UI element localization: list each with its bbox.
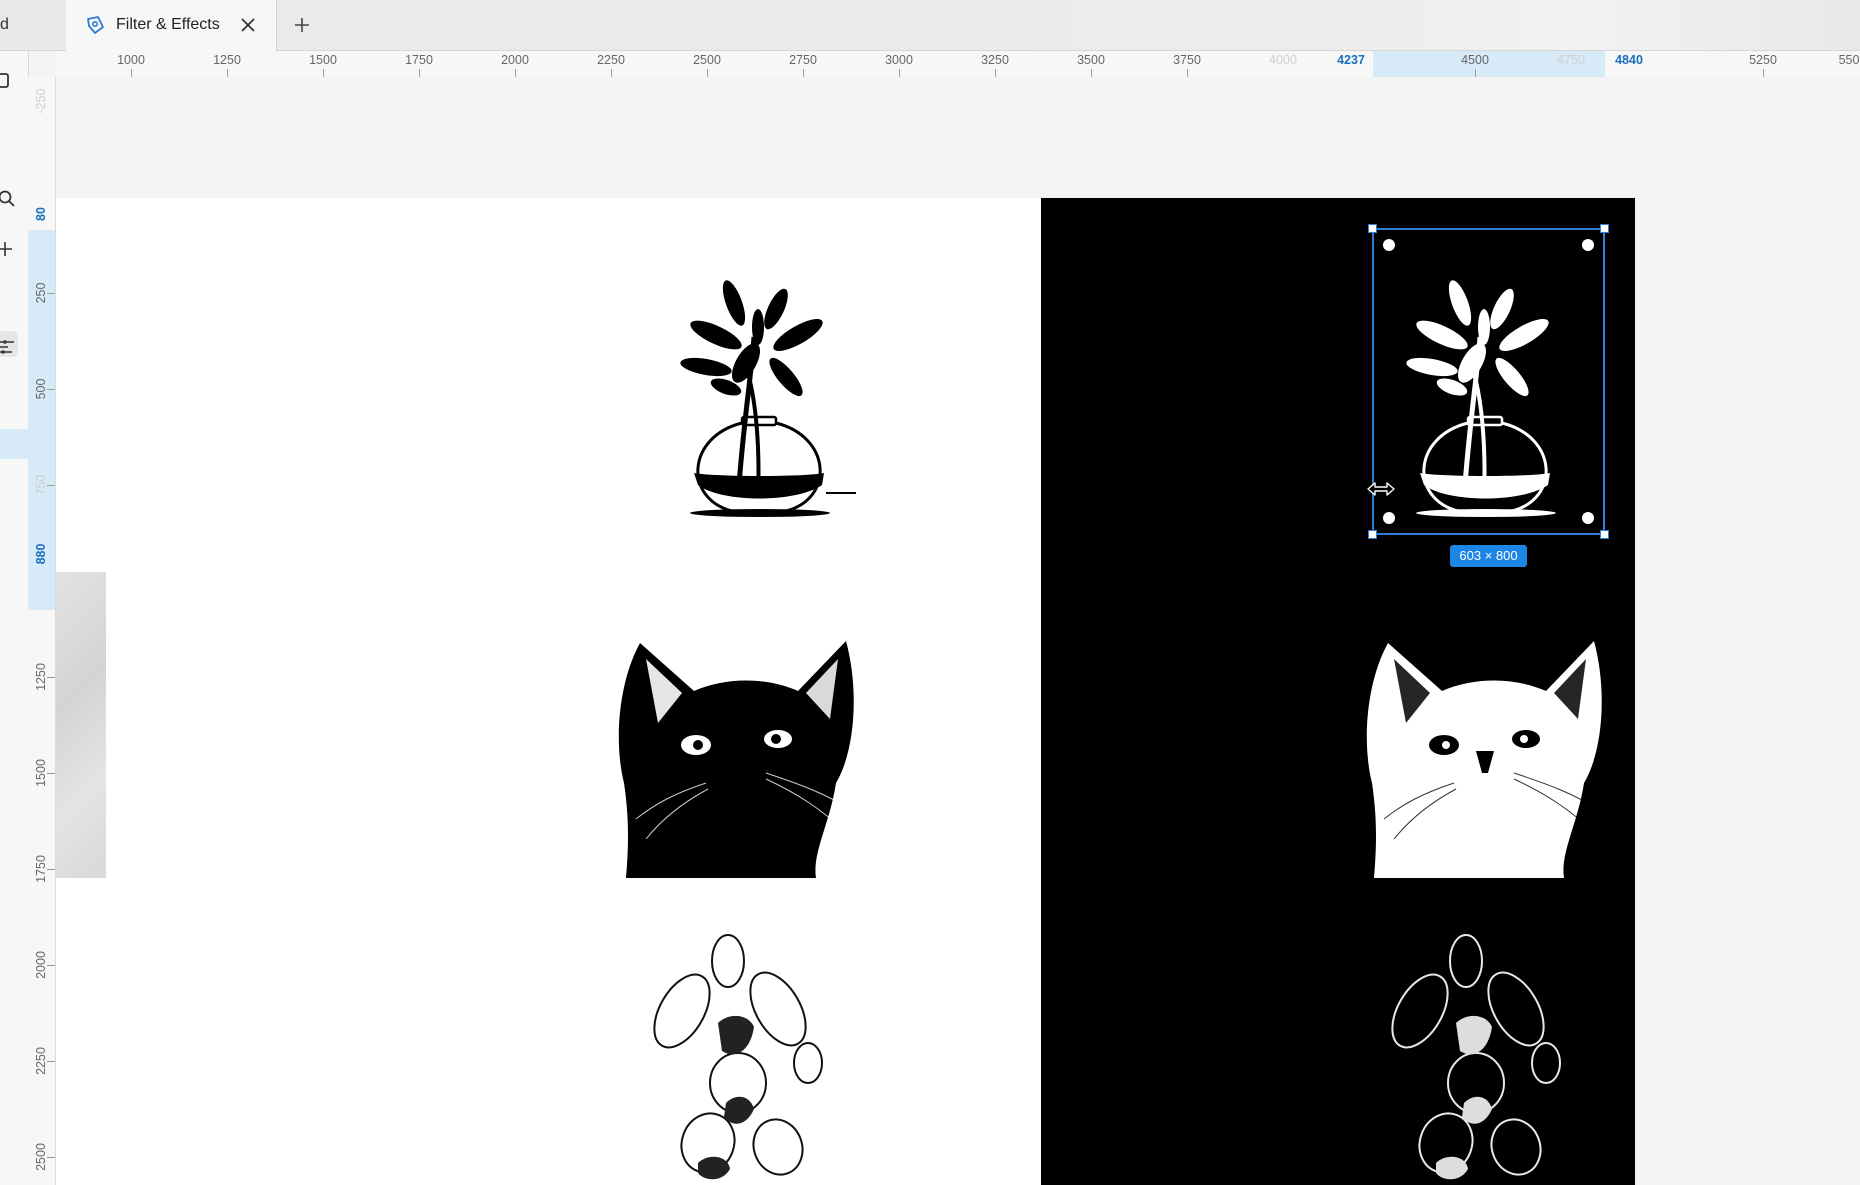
design-canvas[interactable]: 603 × 800 <box>56 77 1860 1185</box>
ruler-label: 1250 <box>34 663 48 691</box>
ruler-tick <box>47 773 55 774</box>
corner-radius-handle-bottom-right[interactable] <box>1582 512 1594 524</box>
ruler-label: -250 <box>34 88 48 114</box>
ruler-label: 250 <box>34 282 48 304</box>
ruler-tick <box>1091 69 1092 77</box>
ruler-label: 4750 <box>1557 53 1585 67</box>
ruler-label: 2250 <box>34 1047 48 1075</box>
ruler-tick <box>1187 69 1188 77</box>
ruler-tick <box>47 965 55 966</box>
selection-box[interactable] <box>1368 224 1609 539</box>
ruler-label: 2750 <box>789 53 817 67</box>
ruler-label: 1000 <box>117 53 145 67</box>
resize-handle-top-right[interactable] <box>1600 224 1609 233</box>
resize-handle-bottom-left[interactable] <box>1368 530 1377 539</box>
ruler-tick <box>1475 69 1476 77</box>
ruler-label: 3750 <box>1173 53 1201 67</box>
orchid-image[interactable] <box>638 933 858 1185</box>
cat-image[interactable] <box>616 633 866 878</box>
ruler-tick <box>803 69 804 77</box>
ruler-selection-start: 80 <box>34 207 48 221</box>
ruler-label: 1500 <box>309 53 337 67</box>
orchid-inverted-image[interactable] <box>1376 933 1596 1185</box>
ruler-tick <box>131 69 132 77</box>
corner-radius-handle-top-right[interactable] <box>1582 239 1594 251</box>
ruler-tick <box>47 485 55 486</box>
ruler-label: 3000 <box>885 53 913 67</box>
ruler-tick <box>1763 69 1764 77</box>
ruler-label: 1750 <box>405 53 433 67</box>
ruler-label: 3500 <box>1077 53 1105 67</box>
tab-previous-label: d <box>0 16 9 33</box>
ruler-selection-start: 4237 <box>1337 53 1365 67</box>
ruler-tick <box>47 293 55 294</box>
tab-filter-effects[interactable]: Filter & Effects <box>66 0 277 51</box>
active-layer-indicator[interactable] <box>0 429 28 459</box>
resize-horizontal-cursor-icon <box>1367 482 1395 496</box>
ruler-tick <box>47 389 55 390</box>
size-badge: 603 × 800 <box>1450 545 1527 567</box>
tab-bar: d Filter & Effects <box>0 0 1860 51</box>
add-icon[interactable] <box>0 239 20 259</box>
ruler-label: 2000 <box>501 53 529 67</box>
corner-radius-handle-bottom-left[interactable] <box>1383 512 1395 524</box>
plus-icon[interactable] <box>292 15 312 35</box>
toolbar <box>0 51 29 1185</box>
vertical-ruler: -250 80 250 500 750 880 1250 1500 1750 2… <box>28 77 56 1185</box>
ruler-label: 4500 <box>1461 53 1489 67</box>
ruler-tick <box>611 69 612 77</box>
ruler-label: 1500 <box>34 759 48 787</box>
cat-inverted-image[interactable] <box>1364 633 1614 878</box>
ruler-label: 750 <box>34 474 48 496</box>
ruler-label: 550 <box>1838 53 1860 67</box>
ruler-label: 500 <box>34 378 48 400</box>
ruler-selection-end: 880 <box>34 543 48 565</box>
search-icon[interactable] <box>0 189 20 209</box>
ruler-tick <box>323 69 324 77</box>
plant-vase-image[interactable] <box>646 277 886 517</box>
ruler-tick <box>47 869 55 870</box>
offscreen-thumbnail[interactable] <box>56 572 106 878</box>
ruler-tick <box>899 69 900 77</box>
ruler-tick <box>47 677 55 678</box>
frame-original[interactable] <box>56 198 1041 1185</box>
corner-radius-handle-top-left[interactable] <box>1383 239 1395 251</box>
ruler-tick <box>515 69 516 77</box>
close-icon[interactable] <box>238 15 258 35</box>
ruler-label: 2500 <box>693 53 721 67</box>
ruler-label: 1250 <box>213 53 241 67</box>
ruler-tick <box>47 1061 55 1062</box>
ruler-tick <box>995 69 996 77</box>
ruler-label: 1750 <box>34 855 48 883</box>
ruler-label: 2500 <box>34 1143 48 1171</box>
ruler-tick <box>707 69 708 77</box>
ruler-label: 3250 <box>981 53 1009 67</box>
tab-previous[interactable]: d <box>0 0 67 50</box>
ruler-tick <box>47 1157 55 1158</box>
ruler-tick <box>227 69 228 77</box>
ruler-label: 2000 <box>34 951 48 979</box>
ruler-tick <box>419 69 420 77</box>
resize-handle-bottom-right[interactable] <box>1600 530 1609 539</box>
adjustments-icon[interactable] <box>0 337 20 357</box>
ruler-label: 4000 <box>1269 53 1297 67</box>
pen-nib-icon <box>87 16 104 34</box>
resize-handle-top-left[interactable] <box>1368 224 1377 233</box>
ruler-label: 5250 <box>1749 53 1777 67</box>
ruler-label: 2250 <box>597 53 625 67</box>
ruler-selection-end: 4840 <box>1615 53 1643 67</box>
tab-label: Filter & Effects <box>116 16 220 33</box>
horizontal-ruler: 1000 1250 1500 1750 2000 2250 2500 2750 … <box>56 51 1860 78</box>
frame-tool-icon[interactable] <box>0 71 20 91</box>
